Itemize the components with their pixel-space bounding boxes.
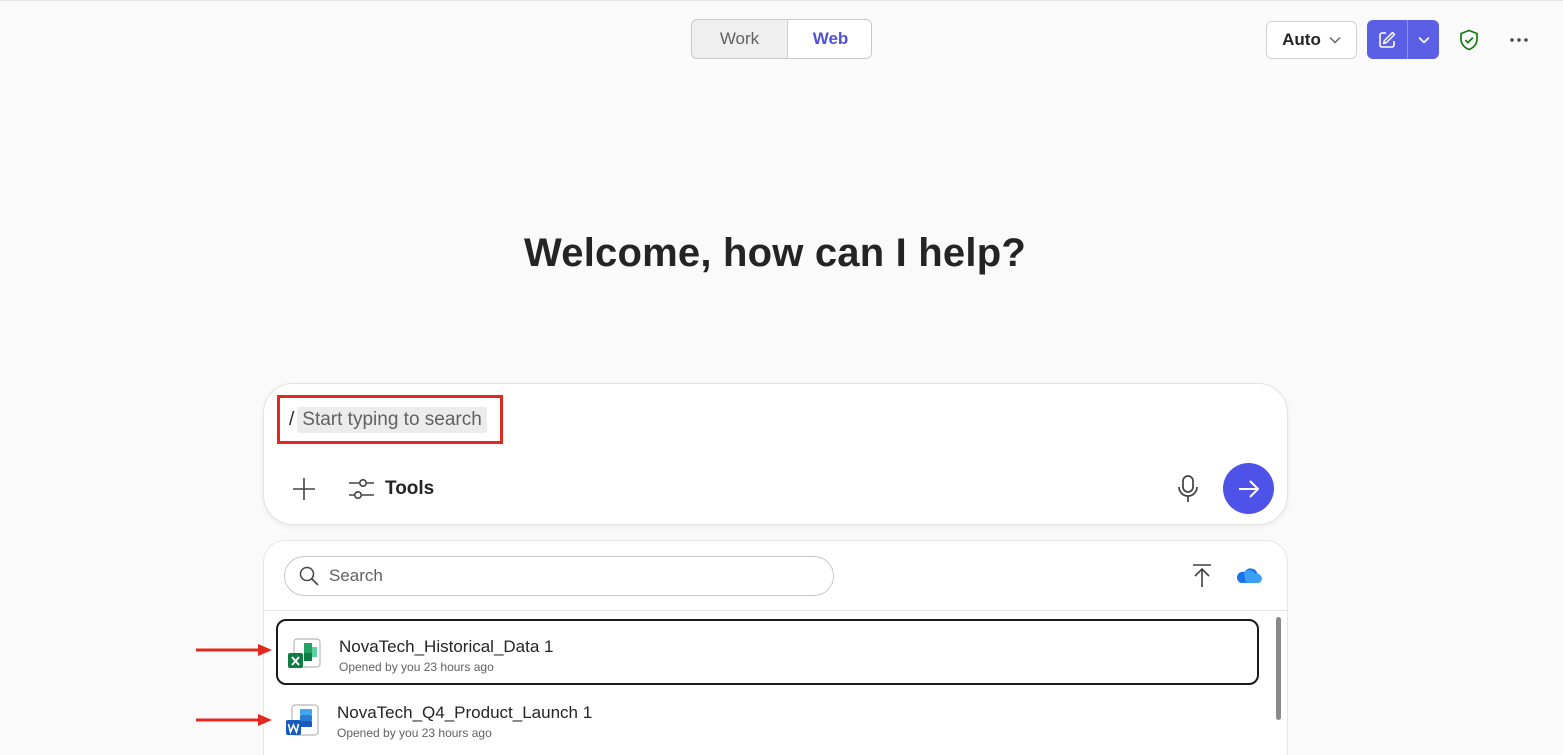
file-row[interactable]: NovaTech_Q4_Product_Launch 1 Opened by y… <box>276 687 1259 753</box>
annotation-arrow-icon <box>196 714 272 726</box>
new-chat-split-button <box>1367 20 1439 59</box>
upload-button[interactable] <box>1190 563 1214 589</box>
send-button[interactable] <box>1223 463 1274 514</box>
chat-composer: / Start typing to search Tools <box>263 383 1288 525</box>
microphone-button[interactable] <box>1176 474 1200 504</box>
file-name: NovaTech_Historical_Data 1 <box>339 637 554 656</box>
upload-icon <box>1193 564 1211 587</box>
more-options-icon[interactable] <box>1507 28 1531 52</box>
file-meta: Opened by you 23 hours ago <box>339 660 494 674</box>
arrow-right-icon <box>1238 479 1259 498</box>
tab-work[interactable]: Work <box>692 20 787 58</box>
file-row[interactable]: NovaTech_Historical_Data 1 Opened by you… <box>276 619 1259 685</box>
file-name: NovaTech_Q4_Product_Launch 1 <box>337 703 593 722</box>
protection-shield-icon[interactable] <box>1457 28 1481 52</box>
annotation-arrow-icon <box>196 644 272 656</box>
model-select[interactable]: Auto <box>1266 21 1357 59</box>
file-search-input[interactable] <box>329 566 809 586</box>
settings-sliders-icon <box>349 478 374 500</box>
onedrive-button[interactable] <box>1234 565 1262 585</box>
excel-file-icon <box>288 638 321 668</box>
search-icon <box>299 566 319 586</box>
file-picker-panel: NovaTech_Historical_Data 1 Opened by you… <box>263 540 1288 755</box>
new-chat-button[interactable] <box>1367 20 1408 59</box>
search-chip[interactable]: Start typing to search <box>297 406 487 433</box>
divider <box>264 610 1287 611</box>
scrollbar[interactable] <box>1276 617 1281 720</box>
microphone-icon <box>1178 475 1198 502</box>
page-title: Welcome, how can I help? <box>524 231 1026 275</box>
prompt-input[interactable]: / Start typing to search <box>277 395 503 444</box>
chevron-down-icon <box>1417 36 1430 44</box>
compose-icon <box>1379 31 1396 48</box>
tools-label: Tools <box>385 478 435 499</box>
chevron-down-icon <box>1329 37 1341 44</box>
mode-toggle: Work Web <box>691 19 872 59</box>
new-chat-dropdown-button[interactable] <box>1408 20 1439 59</box>
file-meta: Opened by you 23 hours ago <box>337 726 492 740</box>
add-attachment-button[interactable] <box>291 476 317 502</box>
model-select-label: Auto <box>1282 30 1321 49</box>
tab-web[interactable]: Web <box>787 20 871 58</box>
slash-prefix: / <box>289 408 295 430</box>
onedrive-cloud-icon <box>1236 568 1262 584</box>
file-search-box <box>284 556 834 596</box>
plus-icon <box>293 478 315 500</box>
word-file-icon <box>286 704 319 736</box>
tools-button[interactable]: Tools <box>348 475 434 503</box>
